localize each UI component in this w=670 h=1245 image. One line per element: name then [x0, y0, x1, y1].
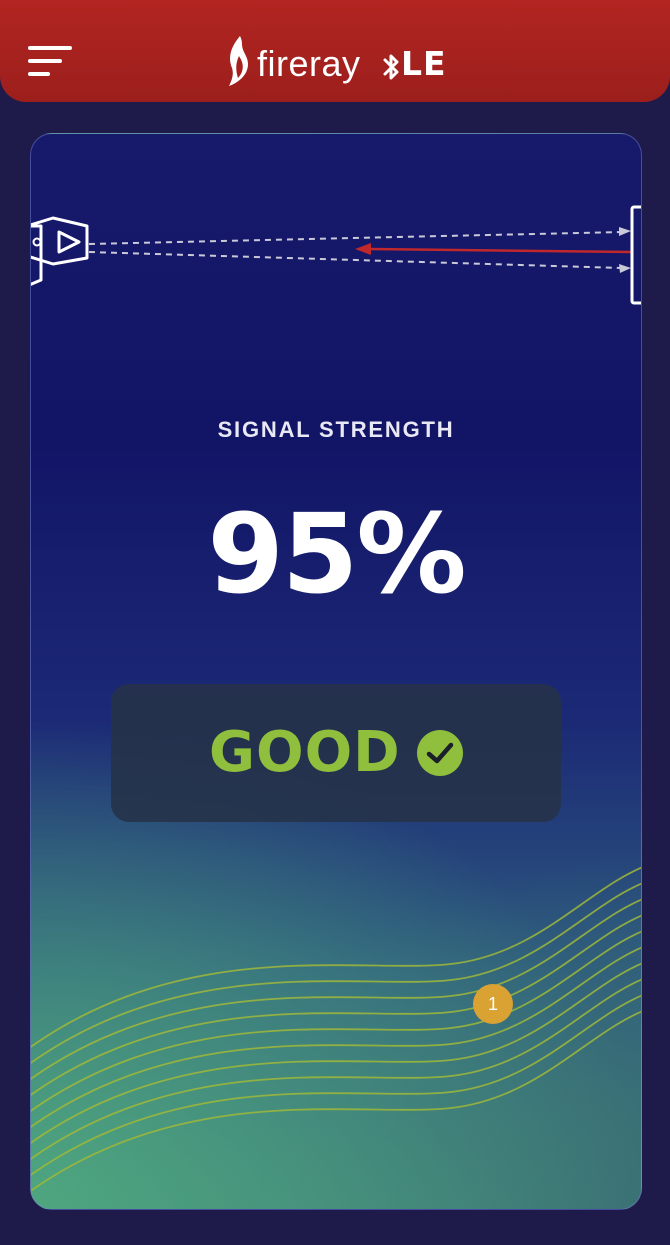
check-circle-icon — [417, 730, 463, 776]
decorative-waves — [31, 866, 641, 1193]
wave-line — [31, 1010, 641, 1193]
beam-illustration — [31, 205, 641, 305]
flame-icon — [229, 36, 248, 86]
status-label: GOOD — [209, 720, 401, 785]
brand-word: fireray — [257, 43, 361, 84]
bluetooth-icon — [383, 54, 399, 80]
wave-line — [31, 994, 641, 1177]
hamburger-menu-icon[interactable] — [22, 36, 78, 88]
beam-detector-icon — [31, 216, 89, 286]
reflector-icon — [630, 205, 641, 305]
brand-suffix: LE — [401, 44, 447, 83]
signal-strength-value: 95% — [207, 490, 466, 618]
signal-strength-label: SIGNAL STRENGTH — [217, 417, 455, 442]
fireray-ble-logo: fireray LE — [226, 30, 456, 90]
status-panel: GOOD — [111, 684, 561, 822]
notification-badge[interactable]: 1 — [473, 984, 513, 1024]
app-header: fireray LE — [0, 0, 670, 102]
signal-card: SIGNAL STRENGTH 95% GOOD 1 — [30, 133, 642, 1210]
